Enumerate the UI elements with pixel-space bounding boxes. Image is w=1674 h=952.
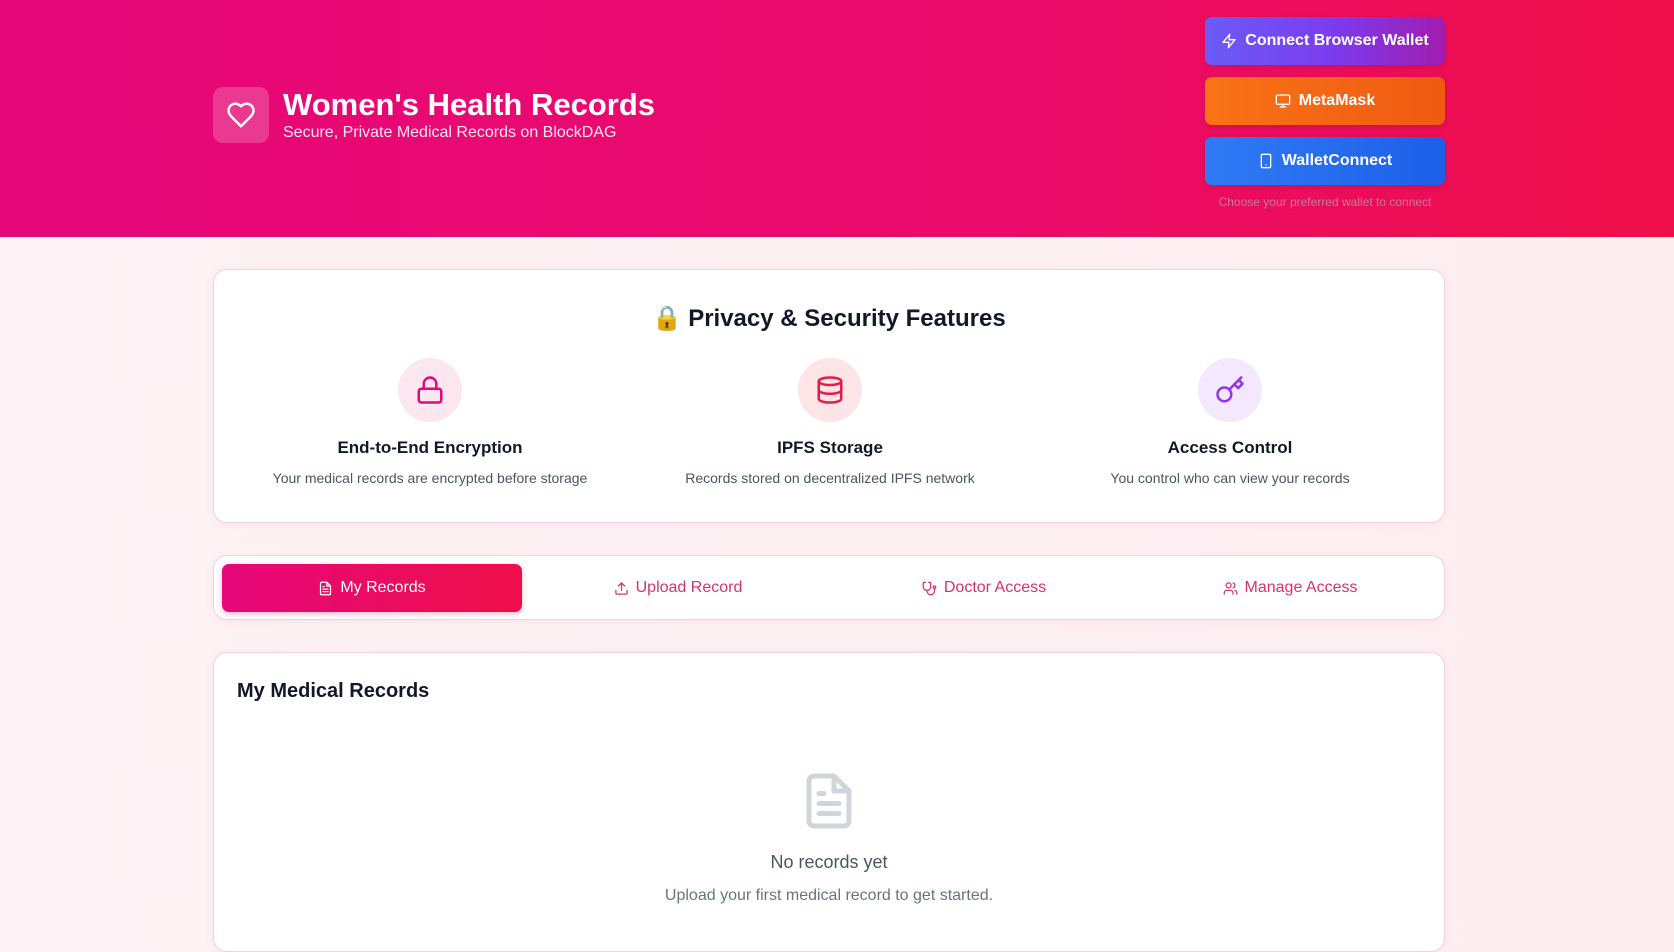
- smartphone-icon: [1260, 153, 1272, 169]
- zap-icon: [1222, 33, 1236, 49]
- lock-emoji-icon: 🔒: [652, 305, 683, 332]
- empty-subtitle: Upload your first medical record to get …: [664, 887, 994, 904]
- feature-desc: Records stored on decentralized IPFS net…: [685, 470, 975, 486]
- file-text-icon: [320, 581, 332, 595]
- tab-my-records[interactable]: My Records: [222, 564, 522, 612]
- stethoscope-icon: [922, 581, 937, 595]
- privacy-features-card: 🔒 Privacy & Security Features End-to-End …: [213, 269, 1445, 523]
- medical-records-card: My Medical Records No records yet Upload…: [213, 652, 1445, 952]
- wallet-connect-panel: Connect Browser Wallet MetaMask WalletCo…: [1205, 17, 1445, 209]
- file-document-icon: [806, 773, 852, 829]
- records-title: My Medical Records: [237, 680, 430, 702]
- feature-desc: Your medical records are encrypted befor…: [272, 470, 588, 486]
- lock-icon: [398, 358, 462, 422]
- key-icon: [1198, 358, 1262, 422]
- brand: Women's Health Records Secure, Private M…: [213, 87, 655, 143]
- records-tabs: My Records Upload Record Doctor Access M…: [213, 555, 1445, 620]
- features-title-text: Privacy & Security Features: [688, 305, 1006, 332]
- feature-desc: You control who can view your records: [1110, 470, 1350, 486]
- empty-state: No records yet Upload your first medical…: [214, 771, 1444, 905]
- tab-manage-access[interactable]: Manage Access: [1140, 564, 1440, 612]
- tab-label: Manage Access: [1244, 579, 1358, 596]
- feature-encryption: End-to-End Encryption Your medical recor…: [232, 358, 628, 486]
- app-header: Women's Health Records Secure, Private M…: [0, 0, 1674, 237]
- metamask-label: MetaMask: [1298, 92, 1376, 109]
- tab-doctor-access[interactable]: Doctor Access: [834, 564, 1134, 612]
- heart-logo-icon: [213, 87, 269, 143]
- tab-upload-record[interactable]: Upload Record: [528, 564, 828, 612]
- users-icon: [1223, 581, 1237, 595]
- monitor-icon: [1275, 94, 1291, 108]
- tab-label: My Records: [340, 579, 426, 596]
- app-subtitle: Secure, Private Medical Records on Block…: [283, 124, 617, 141]
- empty-title: No records yet: [770, 852, 888, 872]
- feature-ipfs: IPFS Storage Records stored on decentral…: [632, 358, 1028, 486]
- connect-browser-wallet-button[interactable]: Connect Browser Wallet: [1205, 17, 1445, 65]
- connect-browser-wallet-label: Connect Browser Wallet: [1245, 32, 1429, 49]
- feature-name: Access Control: [1167, 438, 1293, 457]
- tab-label: Doctor Access: [943, 579, 1047, 596]
- feature-access-control: Access Control You control who can view …: [1032, 358, 1428, 486]
- tab-label: Upload Record: [635, 579, 743, 596]
- walletconnect-label: WalletConnect: [1281, 152, 1393, 169]
- feature-name: IPFS Storage: [777, 438, 883, 457]
- app-title: Women's Health Records: [283, 87, 655, 122]
- features-title: 🔒 Privacy & Security Features: [214, 304, 1444, 333]
- walletconnect-button[interactable]: WalletConnect: [1205, 137, 1445, 185]
- feature-name: End-to-End Encryption: [337, 438, 523, 457]
- upload-icon: [614, 581, 628, 595]
- metamask-button[interactable]: MetaMask: [1205, 77, 1445, 125]
- wallet-hint: Choose your preferred wallet to connect: [1218, 195, 1432, 209]
- database-icon: [798, 358, 862, 422]
